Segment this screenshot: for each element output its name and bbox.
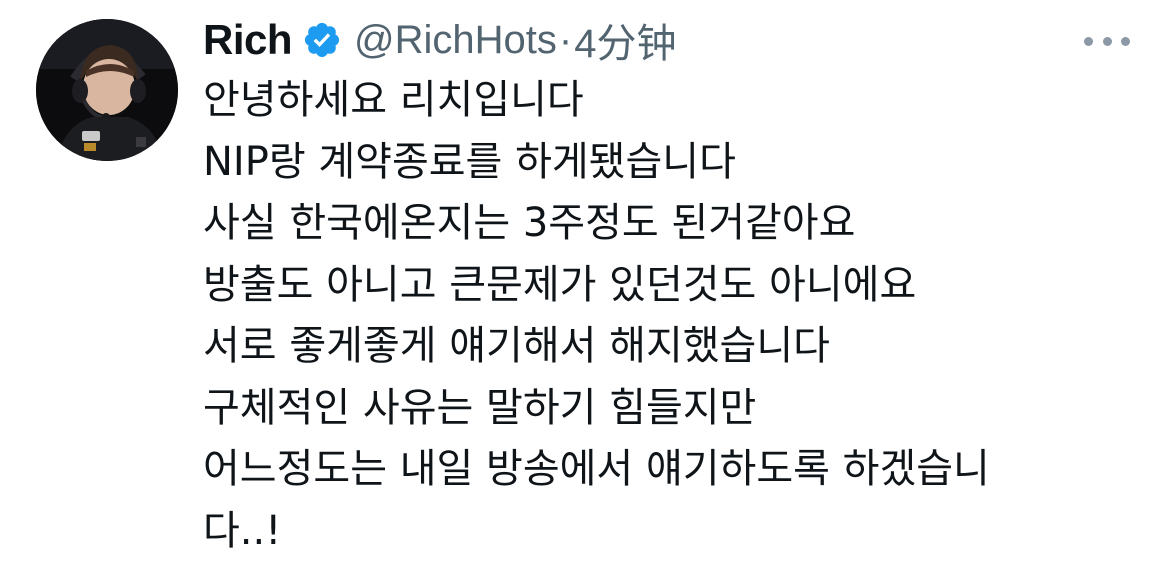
timestamp[interactable]: 4分钟 [574,11,676,69]
more-dot [1102,36,1112,46]
tweet-line: 안녕하세요 리치입니다 [203,77,584,123]
separator-dot: · [558,17,573,62]
more-options-icon[interactable] [1084,34,1130,48]
avatar[interactable] [36,19,178,161]
tweet-line: 다..! [203,507,282,554]
more-dot [1084,36,1093,46]
tweet: Rich @RichHots · 4分钟 안녕하세요 리치입니다 NIP랑 계약… [0,0,1170,580]
tweet-line: NIP랑 계약종료를 하게됐습니다 [203,138,736,185]
tweet-line: 어느정도는 내일 방송에서 얘기하도록 하겠습니 [203,446,990,492]
display-name[interactable]: Rich [203,16,293,64]
more-dot [1121,36,1130,46]
author-handle[interactable]: @RichHots [354,18,557,63]
tweet-text: 안녕하세요 리치입니다 NIP랑 계약종료를 하게됐습니다 사실 한국에온지는 … [203,70,1153,562]
tweet-line: 방출도 아니고 큰문제가 있던것도 아니에요 [203,261,917,308]
avatar-image [36,19,178,161]
tweet-line: 서로 좋게좋게 얘기해서 해지했습니다 [203,323,830,369]
verified-badge-icon [302,20,342,60]
tweet-line: 사실 한국에온지는 3주정도 된거같아요 [203,200,856,246]
tweet-header: Rich @RichHots · 4分钟 [203,14,676,66]
tweet-line: 구체적인 사유는 말하기 힘들지만 [203,384,757,431]
